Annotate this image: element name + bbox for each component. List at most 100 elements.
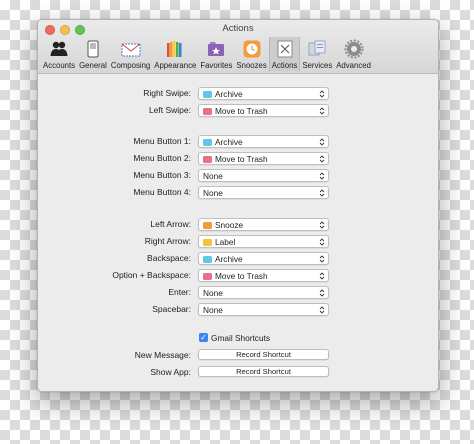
backspace-value: Archive	[215, 254, 243, 264]
menu-button-4-row: Menu Button 4: None	[38, 186, 438, 200]
left-arrow-select[interactable]: Snooze	[198, 218, 329, 231]
chevron-updown-icon	[319, 90, 325, 98]
archive-icon	[203, 255, 212, 263]
accounts-icon	[50, 41, 68, 56]
enter-select[interactable]: None	[198, 286, 329, 299]
preferences-window: Actions Accounts General Composing Appea…	[37, 19, 439, 392]
left-swipe-label: Left Swipe:	[148, 105, 191, 115]
chevron-updown-icon	[319, 255, 325, 263]
menu-button-3-select[interactable]: None	[198, 169, 329, 182]
tab-general[interactable]: General	[77, 37, 109, 71]
archive-icon	[203, 90, 212, 98]
chevron-updown-icon	[319, 189, 325, 197]
right-swipe-label: Right Swipe:	[143, 88, 191, 98]
menu-button-1-label: Menu Button 1:	[133, 136, 191, 146]
tab-snoozes[interactable]: Snoozes	[234, 37, 268, 71]
left-swipe-value: Move to Trash	[215, 106, 268, 116]
advanced-icon	[344, 39, 364, 59]
show-app-label: Show App:	[150, 367, 191, 377]
enter-label: Enter:	[168, 287, 191, 297]
tab-favorites[interactable]: Favorites	[198, 37, 234, 71]
right-swipe-value: Archive	[215, 89, 243, 99]
chevron-updown-icon	[319, 221, 325, 229]
tab-snoozes-label: Snoozes	[236, 61, 267, 70]
spacebar-select[interactable]: None	[198, 303, 329, 316]
tab-favorites-label: Favorites	[200, 61, 233, 70]
tab-accounts[interactable]: Accounts	[41, 37, 77, 71]
tab-advanced-label: Advanced	[336, 61, 371, 70]
menu-button-4-select[interactable]: None	[198, 186, 329, 199]
spacebar-value: None	[203, 305, 223, 315]
left-arrow-value: Snooze	[215, 220, 244, 230]
option-backspace-value: Move to Trash	[215, 271, 268, 281]
right-swipe-row: Right Swipe: Archive	[38, 87, 438, 101]
show-app-row: Show App: Record Shortcut	[38, 366, 438, 380]
gmail-shortcuts-row: ✓ Gmail Shortcuts	[38, 332, 438, 346]
menu-button-2-row: Menu Button 2: Move to Trash	[38, 152, 438, 166]
tab-actions-label: Actions	[271, 61, 298, 70]
backspace-label: Backspace:	[147, 253, 191, 263]
right-swipe-select[interactable]: Archive	[198, 87, 329, 100]
left-arrow-row: Left Arrow: Snooze	[38, 218, 438, 232]
snooze-icon	[203, 221, 212, 229]
tab-composing-label: Composing	[110, 61, 151, 70]
menu-button-2-label: Menu Button 2:	[133, 153, 191, 163]
option-backspace-select[interactable]: Move to Trash	[198, 269, 329, 282]
services-icon	[308, 40, 326, 56]
tab-advanced[interactable]: Advanced	[334, 37, 373, 71]
new-message-label: New Message:	[134, 350, 191, 360]
tab-actions[interactable]: Actions	[268, 37, 301, 71]
preferences-toolbar: Accounts General Composing Appearance Fa…	[41, 37, 373, 71]
menu-button-3-row: Menu Button 3: None	[38, 169, 438, 183]
right-arrow-select[interactable]: Label	[198, 235, 329, 248]
menu-button-2-value: Move to Trash	[215, 154, 268, 164]
menu-button-3-label: Menu Button 3:	[133, 170, 191, 180]
left-swipe-row: Left Swipe: Move to Trash	[38, 104, 438, 118]
tab-appearance[interactable]: Appearance	[152, 37, 198, 71]
left-swipe-select[interactable]: Move to Trash	[198, 104, 329, 117]
right-arrow-row: Right Arrow: Label	[38, 235, 438, 249]
show-app-record-button[interactable]: Record Shortcut	[198, 366, 329, 377]
label-icon	[203, 238, 212, 246]
snoozes-icon	[243, 40, 261, 58]
tab-composing[interactable]: Composing	[109, 37, 152, 71]
archive-icon	[203, 138, 212, 146]
composing-icon	[121, 43, 141, 57]
enter-value: None	[203, 288, 223, 298]
trash-icon	[203, 107, 212, 115]
gmail-shortcuts-label: Gmail Shortcuts	[211, 333, 271, 343]
option-backspace-label: Option + Backspace:	[112, 270, 191, 280]
appearance-icon	[167, 41, 182, 57]
menu-button-2-select[interactable]: Move to Trash	[198, 152, 329, 165]
backspace-select[interactable]: Archive	[198, 252, 329, 265]
chevron-updown-icon	[319, 138, 325, 146]
menu-button-4-label: Menu Button 4:	[133, 187, 191, 197]
favorites-icon	[208, 42, 225, 56]
titlebar: Actions Accounts General Composing Appea…	[38, 20, 438, 74]
spacebar-label: Spacebar:	[152, 304, 191, 314]
chevron-updown-icon	[319, 155, 325, 163]
enter-row: Enter: None	[38, 286, 438, 300]
menu-button-4-value: None	[203, 188, 223, 198]
actions-icon	[277, 40, 293, 58]
menu-button-1-value: Archive	[215, 137, 243, 147]
right-arrow-label: Right Arrow:	[144, 236, 191, 246]
trash-icon	[203, 272, 212, 280]
chevron-updown-icon	[319, 238, 325, 246]
chevron-updown-icon	[319, 306, 325, 314]
tab-services[interactable]: Services	[300, 37, 334, 71]
menu-button-1-select[interactable]: Archive	[198, 135, 329, 148]
chevron-updown-icon	[319, 172, 325, 180]
chevron-updown-icon	[319, 107, 325, 115]
menu-button-3-value: None	[203, 171, 223, 181]
new-message-record-button[interactable]: Record Shortcut	[198, 349, 329, 360]
window-title: Actions	[222, 23, 254, 34]
right-arrow-value: Label	[215, 237, 236, 247]
chevron-updown-icon	[319, 289, 325, 297]
new-message-row: New Message: Record Shortcut	[38, 349, 438, 363]
tab-services-label: Services	[302, 61, 333, 70]
general-icon	[87, 40, 99, 58]
tab-general-label: General	[79, 61, 107, 70]
left-arrow-label: Left Arrow:	[150, 219, 191, 229]
gmail-shortcuts-checkbox[interactable]: ✓	[199, 333, 208, 342]
